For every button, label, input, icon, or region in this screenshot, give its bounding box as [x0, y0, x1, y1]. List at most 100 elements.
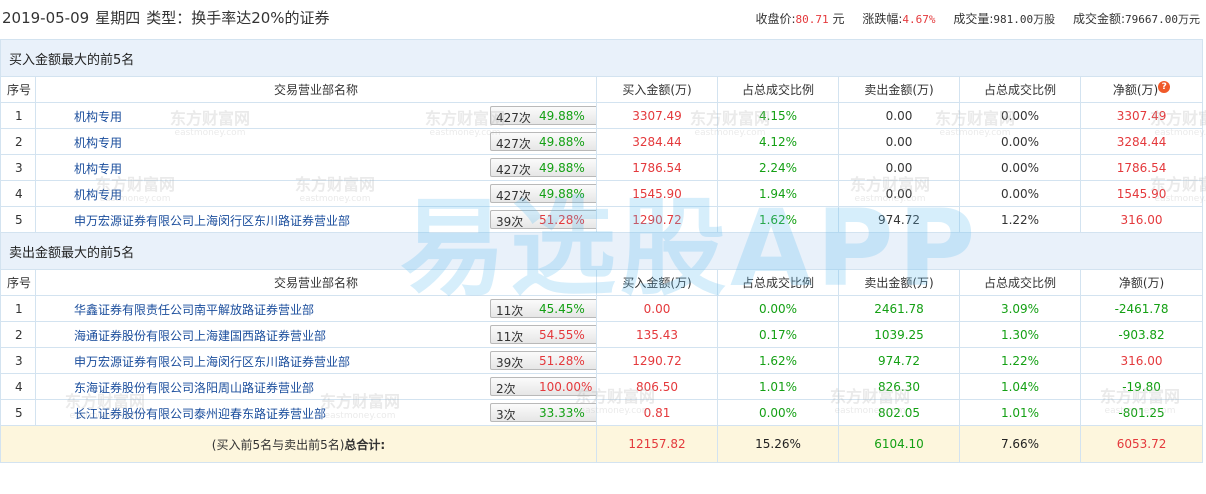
col-index: 序号: [0, 76, 36, 103]
sell_section-header: 卖出金额最大的前5名: [0, 232, 1204, 270]
broker-stats-button[interactable]: 427次49.88%?: [490, 106, 596, 125]
col-net-label: 净额(万): [1112, 83, 1159, 97]
net-amount: -2461.78: [1079, 295, 1204, 322]
broker-stats-button[interactable]: 3次 33.33%: [490, 403, 596, 422]
summary-label-total: 总合计:: [344, 437, 386, 452]
help-icon[interactable]: ?: [1158, 81, 1171, 93]
net-amount: -903.82: [1079, 321, 1204, 348]
col-buy-ratio: 占总成交比例: [717, 76, 839, 103]
summary-net: 6053.72: [1079, 425, 1204, 463]
sell-amount: 0.00: [838, 180, 960, 207]
amount-value: 79667.00万元: [1125, 13, 1200, 26]
broker-link[interactable]: 机构专用: [74, 108, 122, 125]
col-index: 序号: [0, 269, 36, 296]
broker-stats-button[interactable]: 11次 45.45%: [490, 299, 596, 318]
net-amount: 316.00: [1079, 347, 1204, 374]
col-sell: 卖出金额(万): [838, 269, 960, 296]
summary-buy-ratio: 15.26%: [717, 425, 839, 463]
buy-amount: 0.00: [596, 295, 718, 322]
col-broker: 交易营业部名称: [35, 76, 597, 103]
buy-ratio: 1.62%: [717, 347, 839, 374]
broker-link[interactable]: 华鑫证券有限责任公司南平解放路证券营业部: [74, 301, 314, 318]
buy-ratio: 0.17%: [717, 321, 839, 348]
broker-cell: 东海证券股份有限公司洛阳周山路证券营业部 2次 100.00%: [35, 373, 597, 400]
volume-label: 成交量:: [953, 12, 994, 26]
col-buy-ratio: 占总成交比例: [717, 269, 839, 296]
summary-buy: 12157.82: [596, 425, 718, 463]
listing-count: 427次: [496, 137, 531, 151]
buy-ratio: 1.62%: [717, 206, 839, 233]
sell-ratio: 3.09%: [959, 295, 1081, 322]
col-buy-label: 买入金额(万): [622, 276, 692, 290]
buy-ratio: 4.15%: [717, 102, 839, 129]
dragon-tiger-table: 买入金额最大的前5名 序号 交易营业部名称 买入金额(万) 占总成交比例 卖出金额(万) 占…: [0, 39, 1204, 463]
buy-ratio: 0.00%: [717, 399, 839, 426]
broker-link[interactable]: 机构专用: [74, 160, 122, 177]
win-rate: 54.55%: [539, 328, 585, 342]
sell-amount: 826.30: [838, 373, 960, 400]
broker-stats-button[interactable]: 427次 49.88%: [490, 132, 596, 151]
buy-amount: 1290.72: [596, 347, 718, 374]
col-buy-label: 买入金额(万): [622, 83, 692, 97]
broker-stats-button[interactable]: 2次 100.00%: [490, 377, 596, 396]
weekday: 星期四: [95, 9, 141, 27]
col-sell-ratio: 占总成交比例: [959, 269, 1081, 296]
amount-label: 成交金额:: [1072, 12, 1126, 26]
table-row: 3 机构专用 427次 49.88% 1786.54 2.24% 0.00 0.00% 1786…: [0, 154, 1204, 181]
col-buy: 买入金额(万): [596, 76, 718, 103]
broker-link[interactable]: 机构专用: [74, 186, 122, 203]
buy-ratio: 0.00%: [717, 295, 839, 322]
sell-amount: 1039.25: [838, 321, 960, 348]
col-index-label: 序号: [7, 83, 32, 97]
broker-stats-button[interactable]: 427次 49.88%: [490, 184, 596, 203]
row-index: 1: [0, 102, 36, 129]
table-row: 1 华鑫证券有限责任公司南平解放路证券营业部 11次 45.45% 0.00 0.00% 2…: [0, 295, 1204, 322]
net-amount: 3284.44: [1079, 128, 1204, 155]
win-rate: 49.88%: [539, 187, 585, 201]
broker-link[interactable]: 机构专用: [74, 134, 122, 151]
listing-count: 11次: [496, 304, 524, 318]
table-row: 4 机构专用 427次 49.88% 1545.90 1.94% 0.00 0.00% 1545…: [0, 180, 1204, 207]
broker-link[interactable]: 申万宏源证券有限公司上海闵行区东川路证券营业部: [74, 212, 350, 229]
broker-stats-button[interactable]: 39次 51.28%: [490, 351, 596, 370]
broker-link[interactable]: 东海证券股份有限公司洛阳周山路证券营业部: [74, 379, 314, 396]
broker-cell: 长江证券股份有限公司泰州迎春东路证券营业部 3次 33.33%: [35, 399, 597, 426]
table-row: 2 海通证券股份有限公司上海建国西路证券营业部 11次 54.55% 135.43 0.1…: [0, 321, 1204, 348]
row-index: 4: [0, 373, 36, 400]
col-buy-ratio-label: 占总成交比例: [741, 276, 814, 290]
list-type: 类型：换手率达20%的证券: [146, 9, 330, 27]
table-row: 5 长江证券股份有限公司泰州迎春东路证券营业部 3次 33.33% 0.81 0.00% 8…: [0, 399, 1204, 426]
col-sell-label: 卖出金额(万): [864, 276, 934, 290]
row-index: 3: [0, 154, 36, 181]
sell-amount: 0.00: [838, 154, 960, 181]
close-price: 80.71: [795, 13, 829, 26]
win-rate: 45.45%: [539, 302, 585, 316]
sell-ratio: 1.22%: [959, 206, 1081, 233]
broker-stats-button[interactable]: 39次 51.28%: [490, 210, 596, 229]
buy-amount: 1786.54: [596, 154, 718, 181]
broker-link[interactable]: 长江证券股份有限公司泰州迎春东路证券营业部: [74, 405, 326, 422]
win-rate: 49.88%: [539, 109, 585, 123]
sell-ratio: 0.00%: [959, 154, 1081, 181]
buy-amount: 1290.72: [596, 206, 718, 233]
sell-ratio: 0.00%: [959, 128, 1081, 155]
buy_section-title: 买入金额最大的前5名: [0, 39, 1204, 77]
summary-label: (买入前5名与卖出前5名)总合计:: [0, 425, 597, 463]
win-rate: 51.28%: [539, 354, 585, 368]
net-amount: 316.00: [1079, 206, 1204, 233]
buy-ratio: 1.01%: [717, 373, 839, 400]
col-net-label: 净额(万): [1118, 276, 1165, 290]
broker-stats-button[interactable]: 427次 49.88%: [490, 158, 596, 177]
broker-cell: 海通证券股份有限公司上海建国西路证券营业部 11次 54.55%: [35, 321, 597, 348]
buy-amount: 806.50: [596, 373, 718, 400]
sell-ratio: 1.04%: [959, 373, 1081, 400]
broker-stats-button[interactable]: 11次 54.55%: [490, 325, 596, 344]
sell-amount: 802.05: [838, 399, 960, 426]
col-buy-ratio-label: 占总成交比例: [741, 83, 814, 97]
broker-link[interactable]: 海通证券股份有限公司上海建国西路证券营业部: [74, 327, 326, 344]
summary-label-prefix: (买入前5名与卖出前5名): [211, 437, 345, 452]
broker-link[interactable]: 申万宏源证券有限公司上海闵行区东川路证券营业部: [74, 353, 350, 370]
sell-amount: 2461.78: [838, 295, 960, 322]
buy-amount: 3284.44: [596, 128, 718, 155]
buy-amount: 3307.49: [596, 102, 718, 129]
